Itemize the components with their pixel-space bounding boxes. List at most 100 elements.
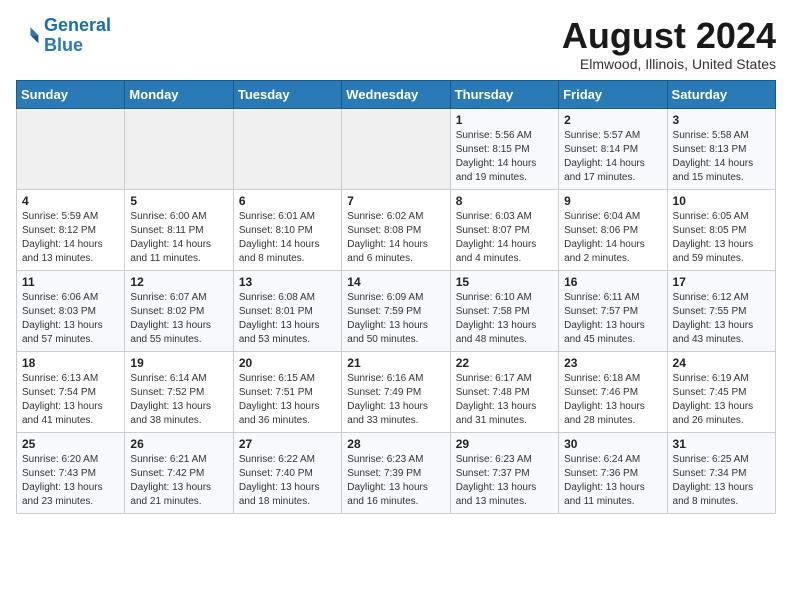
day-info: Sunrise: 5:58 AMSunset: 8:13 PMDaylight:… xyxy=(673,129,770,185)
header-row: SundayMondayTuesdayWednesdayThursdayFrid… xyxy=(17,80,776,108)
day-number: 27 xyxy=(239,437,336,451)
week-row-1: 1 Sunrise: 5:56 AMSunset: 8:15 PMDaylight… xyxy=(17,108,776,189)
day-number: 20 xyxy=(239,356,336,370)
day-info: Sunrise: 6:16 AMSunset: 7:49 PMDaylight:… xyxy=(347,372,444,428)
calendar-cell: 31 Sunrise: 6:25 AMSunset: 7:34 PMDayligh… xyxy=(667,432,775,513)
logo: General Blue xyxy=(16,16,111,56)
day-info: Sunrise: 6:12 AMSunset: 7:55 PMDaylight:… xyxy=(673,291,770,347)
calendar-cell: 10 Sunrise: 6:05 AMSunset: 8:05 PMDayligh… xyxy=(667,189,775,270)
calendar-cell: 4Sunrise: 5:59 AMSunset: 8:12 PMDaylight… xyxy=(17,189,125,270)
day-number: 24 xyxy=(673,356,770,370)
day-number: 10 xyxy=(673,194,770,208)
calendar-table: SundayMondayTuesdayWednesdayThursdayFrid… xyxy=(16,80,776,514)
day-number: 22 xyxy=(456,356,553,370)
day-info: Sunrise: 6:25 AMSunset: 7:34 PMDaylight:… xyxy=(673,453,770,509)
day-info: Sunrise: 6:06 AMSunset: 8:03 PMDaylight:… xyxy=(22,291,119,347)
location: Elmwood, Illinois, United States xyxy=(562,56,776,72)
calendar-cell: 27 Sunrise: 6:22 AMSunset: 7:40 PMDayligh… xyxy=(233,432,341,513)
day-info: Sunrise: 6:02 AMSunset: 8:08 PMDaylight:… xyxy=(347,210,444,266)
calendar-cell xyxy=(17,108,125,189)
day-number: 8 xyxy=(456,194,553,208)
day-info: Sunrise: 5:57 AMSunset: 8:14 PMDaylight:… xyxy=(564,129,661,185)
day-number: 23 xyxy=(564,356,661,370)
day-info: Sunrise: 6:11 AMSunset: 7:57 PMDaylight:… xyxy=(564,291,661,347)
day-number: 12 xyxy=(130,275,227,289)
week-row-4: 18Sunrise: 6:13 AMSunset: 7:54 PMDayligh… xyxy=(17,351,776,432)
calendar-cell: 19 Sunrise: 6:14 AMSunset: 7:52 PMDayligh… xyxy=(125,351,233,432)
week-row-5: 25Sunrise: 6:20 AMSunset: 7:43 PMDayligh… xyxy=(17,432,776,513)
day-number: 29 xyxy=(456,437,553,451)
calendar-cell: 3Sunrise: 5:58 AMSunset: 8:13 PMDaylight… xyxy=(667,108,775,189)
calendar-cell: 17 Sunrise: 6:12 AMSunset: 7:55 PMDayligh… xyxy=(667,270,775,351)
calendar-cell: 5Sunrise: 6:00 AMSunset: 8:11 PMDaylight… xyxy=(125,189,233,270)
day-header-wednesday: Wednesday xyxy=(342,80,450,108)
calendar-cell: 29 Sunrise: 6:23 AMSunset: 7:37 PMDayligh… xyxy=(450,432,558,513)
day-header-tuesday: Tuesday xyxy=(233,80,341,108)
day-header-friday: Friday xyxy=(559,80,667,108)
calendar-cell: 18Sunrise: 6:13 AMSunset: 7:54 PMDayligh… xyxy=(17,351,125,432)
day-info: Sunrise: 6:17 AMSunset: 7:48 PMDaylight:… xyxy=(456,372,553,428)
day-number: 13 xyxy=(239,275,336,289)
day-header-monday: Monday xyxy=(125,80,233,108)
calendar-cell xyxy=(342,108,450,189)
day-info: Sunrise: 6:10 AMSunset: 7:58 PMDaylight:… xyxy=(456,291,553,347)
day-info: Sunrise: 6:22 AMSunset: 7:40 PMDaylight:… xyxy=(239,453,336,509)
day-number: 1 xyxy=(456,113,553,127)
day-info: Sunrise: 6:08 AMSunset: 8:01 PMDaylight:… xyxy=(239,291,336,347)
calendar-cell: 13 Sunrise: 6:08 AMSunset: 8:01 PMDayligh… xyxy=(233,270,341,351)
page-header: General Blue August 2024 Elmwood, Illino… xyxy=(16,16,776,72)
week-row-2: 4Sunrise: 5:59 AMSunset: 8:12 PMDaylight… xyxy=(17,189,776,270)
day-info: Sunrise: 6:01 AMSunset: 8:10 PMDaylight:… xyxy=(239,210,336,266)
calendar-cell: 23 Sunrise: 6:18 AMSunset: 7:46 PMDayligh… xyxy=(559,351,667,432)
day-info: Sunrise: 6:21 AMSunset: 7:42 PMDaylight:… xyxy=(130,453,227,509)
day-number: 4 xyxy=(22,194,119,208)
logo-blue: Blue xyxy=(44,35,83,55)
logo-general: General xyxy=(44,15,111,35)
calendar-cell: 28 Sunrise: 6:23 AMSunset: 7:39 PMDayligh… xyxy=(342,432,450,513)
day-number: 15 xyxy=(456,275,553,289)
day-number: 6 xyxy=(239,194,336,208)
calendar-cell: 12 Sunrise: 6:07 AMSunset: 8:02 PMDayligh… xyxy=(125,270,233,351)
day-info: Sunrise: 6:24 AMSunset: 7:36 PMDaylight:… xyxy=(564,453,661,509)
day-info: Sunrise: 6:05 AMSunset: 8:05 PMDaylight:… xyxy=(673,210,770,266)
day-number: 11 xyxy=(22,275,119,289)
day-info: Sunrise: 6:07 AMSunset: 8:02 PMDaylight:… xyxy=(130,291,227,347)
day-number: 7 xyxy=(347,194,444,208)
month-title: August 2024 xyxy=(562,16,776,56)
calendar-cell: 21Sunrise: 6:16 AMSunset: 7:49 PMDayligh… xyxy=(342,351,450,432)
day-number: 2 xyxy=(564,113,661,127)
calendar-cell: 11 Sunrise: 6:06 AMSunset: 8:03 PMDayligh… xyxy=(17,270,125,351)
day-number: 30 xyxy=(564,437,661,451)
calendar-cell: 14 Sunrise: 6:09 AMSunset: 7:59 PMDayligh… xyxy=(342,270,450,351)
calendar-cell: 30 Sunrise: 6:24 AMSunset: 7:36 PMDayligh… xyxy=(559,432,667,513)
day-number: 28 xyxy=(347,437,444,451)
calendar-cell xyxy=(233,108,341,189)
day-info: Sunrise: 5:56 AMSunset: 8:15 PMDaylight:… xyxy=(456,129,553,185)
day-info: Sunrise: 6:04 AMSunset: 8:06 PMDaylight:… xyxy=(564,210,661,266)
day-info: Sunrise: 6:03 AMSunset: 8:07 PMDaylight:… xyxy=(456,210,553,266)
day-info: Sunrise: 6:14 AMSunset: 7:52 PMDaylight:… xyxy=(130,372,227,428)
day-number: 17 xyxy=(673,275,770,289)
calendar-cell: 2 Sunrise: 5:57 AMSunset: 8:14 PMDaylight… xyxy=(559,108,667,189)
day-number: 19 xyxy=(130,356,227,370)
day-info: Sunrise: 6:23 AMSunset: 7:37 PMDaylight:… xyxy=(456,453,553,509)
day-header-sunday: Sunday xyxy=(17,80,125,108)
day-info: Sunrise: 6:15 AMSunset: 7:51 PMDaylight:… xyxy=(239,372,336,428)
calendar-cell xyxy=(125,108,233,189)
day-info: Sunrise: 6:23 AMSunset: 7:39 PMDaylight:… xyxy=(347,453,444,509)
day-info: Sunrise: 6:18 AMSunset: 7:46 PMDaylight:… xyxy=(564,372,661,428)
day-number: 9 xyxy=(564,194,661,208)
day-number: 16 xyxy=(564,275,661,289)
day-info: Sunrise: 6:09 AMSunset: 7:59 PMDaylight:… xyxy=(347,291,444,347)
day-number: 26 xyxy=(130,437,227,451)
day-number: 25 xyxy=(22,437,119,451)
calendar-cell: 1 Sunrise: 5:56 AMSunset: 8:15 PMDaylight… xyxy=(450,108,558,189)
calendar-cell: 8 Sunrise: 6:03 AMSunset: 8:07 PMDaylight… xyxy=(450,189,558,270)
day-number: 18 xyxy=(22,356,119,370)
title-block: August 2024 Elmwood, Illinois, United St… xyxy=(562,16,776,72)
calendar-cell: 20 Sunrise: 6:15 AMSunset: 7:51 PMDayligh… xyxy=(233,351,341,432)
day-number: 31 xyxy=(673,437,770,451)
calendar-cell: 24Sunrise: 6:19 AMSunset: 7:45 PMDayligh… xyxy=(667,351,775,432)
day-number: 14 xyxy=(347,275,444,289)
day-header-thursday: Thursday xyxy=(450,80,558,108)
